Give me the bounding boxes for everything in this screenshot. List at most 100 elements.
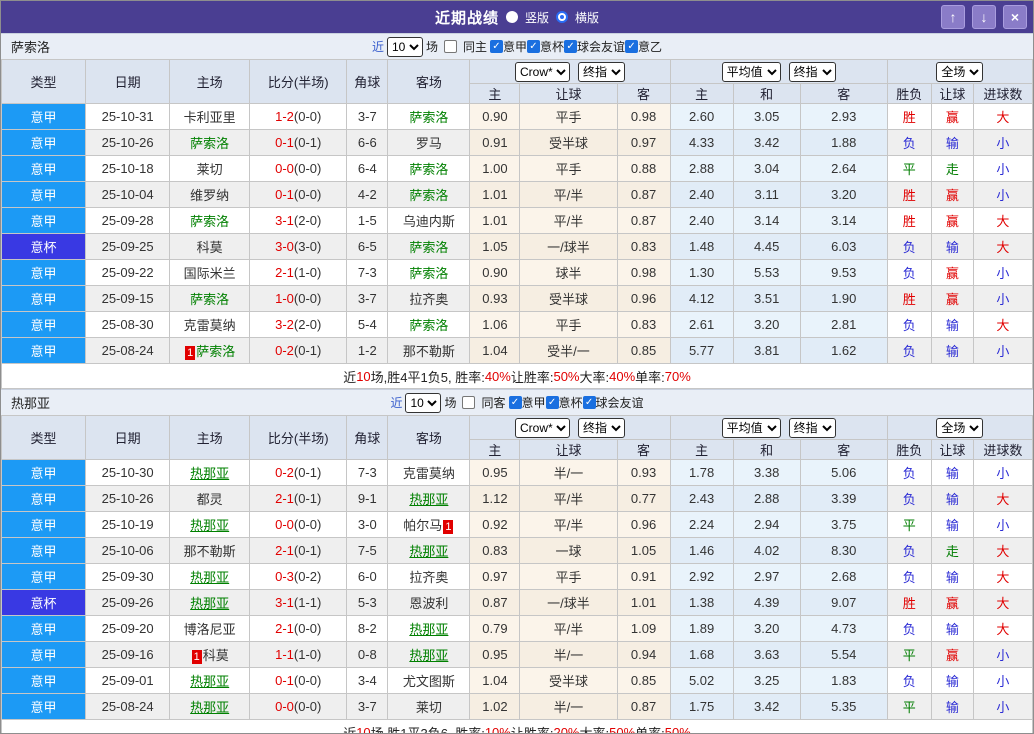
result-cell: 小: [972, 459, 1033, 486]
league-filter-label: 意杯: [540, 40, 565, 54]
match-count-select[interactable]: 10: [405, 392, 442, 413]
match-row: 意甲 25-10-19 热那亚 0-0(0-0) 3-0 帕尔马 1 0.92 平/半 0.96 2…: [1, 511, 1033, 538]
average-source-select[interactable]: 平均值: [721, 61, 781, 82]
league-filter-checkbox[interactable]: ✓: [508, 396, 522, 409]
same-venue-checkbox[interactable]: [462, 396, 476, 409]
close-button[interactable]: ×: [1003, 5, 1027, 29]
team-link[interactable]: 热那亚: [409, 648, 448, 663]
average-group-header: 平均值 终指: [669, 415, 888, 440]
team-link[interactable]: 萨索洛: [409, 266, 448, 281]
odds-final-select[interactable]: 终指: [577, 417, 625, 438]
titlebar: 近期战绩 竖版 横版 ↑ ↓ ×: [1, 1, 1033, 33]
average-odds-cell: 2.81: [799, 311, 888, 338]
team-link[interactable]: 萨索洛: [409, 188, 448, 203]
team-link[interactable]: 热那亚: [409, 622, 448, 637]
away-team-cell: 那不勒斯: [387, 337, 471, 364]
team-link[interactable]: 热那亚: [409, 544, 448, 559]
horizontal-layout-radio[interactable]: [556, 11, 568, 23]
average-odds-cell: 1.83: [799, 667, 888, 694]
league-filter-checkbox[interactable]: ✓: [489, 40, 503, 53]
league-filter-checkbox[interactable]: ✓: [582, 396, 596, 409]
league-filter-checkbox[interactable]: ✓: [625, 40, 639, 53]
team-link[interactable]: 热那亚: [190, 700, 229, 715]
average-odds-cell: 3.42: [732, 129, 801, 156]
result-cell: 输: [930, 615, 974, 642]
team-link[interactable]: 萨索洛: [196, 344, 235, 359]
move-down-button[interactable]: ↓: [972, 5, 996, 29]
team-link[interactable]: 萨索洛: [190, 214, 229, 229]
corner-cell: 8-2: [346, 615, 389, 642]
fulltime-score: 2-1: [275, 621, 294, 636]
result-cell: 大: [972, 103, 1033, 130]
team-link[interactable]: 萨索洛: [190, 136, 229, 151]
away-team-cell: 萨索洛: [387, 233, 471, 260]
col-goals: 进球数: [972, 439, 1033, 460]
team-link[interactable]: 热那亚: [190, 674, 229, 689]
same-venue-checkbox[interactable]: [443, 40, 457, 53]
move-up-button[interactable]: ↑: [941, 5, 965, 29]
home-team-cell: 维罗纳: [169, 181, 251, 208]
average-final-select[interactable]: 终指: [788, 417, 836, 438]
average-odds-cell: 3.42: [732, 693, 801, 720]
result-cell: 大: [972, 537, 1033, 564]
team-link[interactable]: 热那亚: [190, 570, 229, 585]
col-date: 日期: [85, 59, 171, 104]
fulltime-score: 0-1: [275, 135, 294, 150]
match-date-cell: 25-09-26: [85, 589, 171, 616]
fulltime-select[interactable]: 全场: [936, 417, 984, 438]
handicap-odds-cell: 平手: [519, 103, 618, 130]
average-odds-cell: 2.43: [669, 485, 734, 512]
result-cell: 平: [886, 641, 932, 668]
away-team-cell: 拉齐奥: [387, 563, 471, 590]
match-type-cell: 意甲: [1, 459, 87, 486]
average-odds-cell: 6.03: [799, 233, 888, 260]
away-team-cell: 克雷莫纳: [387, 459, 471, 486]
average-odds-cell: 3.14: [732, 207, 801, 234]
col-home: 主场: [169, 59, 251, 104]
result-cell: 赢: [930, 103, 974, 130]
away-team-cell: 萨索洛: [387, 311, 471, 338]
team-link[interactable]: 萨索洛: [190, 292, 229, 307]
team-link[interactable]: 热那亚: [190, 596, 229, 611]
fulltime-select[interactable]: 全场: [936, 61, 984, 82]
average-source-select[interactable]: 平均值: [721, 417, 781, 438]
handicap-odds-cell: 0.94: [616, 641, 671, 668]
corner-cell: 3-7: [346, 693, 389, 720]
match-date-cell: 25-10-26: [85, 485, 171, 512]
match-row: 意甲 25-10-26 萨索洛 0-1(0-1) 6-6 罗马 0.91 受半球 0.97 4.3…: [1, 129, 1033, 156]
away-team-cell: 罗马: [387, 129, 471, 156]
score-cell: 1-0(0-0): [249, 285, 348, 312]
team-link[interactable]: 萨索洛: [409, 110, 448, 125]
near-label: 近: [390, 396, 403, 410]
col-corner: 角球: [346, 415, 389, 460]
average-odds-cell: 3.20: [732, 311, 801, 338]
odds-final-select[interactable]: 终指: [577, 61, 625, 82]
handicap-odds-cell: 0.83: [616, 233, 671, 260]
odds-source-select[interactable]: Crow*: [514, 417, 570, 438]
match-row: 意杯 25-09-26 热那亚 3-1(1-1) 5-3 恩波利 0.87 一/球半 1.01 1…: [1, 589, 1033, 616]
result-cell: 负: [886, 537, 932, 564]
match-count-select[interactable]: 10: [386, 36, 423, 57]
result-cell: 大: [972, 589, 1033, 616]
result-cell: 小: [972, 259, 1033, 286]
vertical-layout-radio[interactable]: [505, 11, 518, 23]
average-final-select[interactable]: 终指: [788, 61, 836, 82]
halftime-score: (0-0): [293, 673, 322, 688]
team-link[interactable]: 热那亚: [409, 492, 448, 507]
handicap-odds-cell: 平手: [519, 311, 618, 338]
team-text: 莱切: [415, 700, 442, 715]
average-odds-cell: 2.88: [669, 155, 734, 182]
team-link[interactable]: 萨索洛: [409, 318, 448, 333]
corner-cell: 1-5: [346, 207, 389, 234]
team-link[interactable]: 热那亚: [190, 466, 229, 481]
team-link[interactable]: 热那亚: [190, 518, 229, 533]
league-filter-checkbox[interactable]: ✓: [527, 40, 540, 53]
odds-source-select[interactable]: Crow*: [514, 61, 570, 82]
league-filter-checkbox[interactable]: ✓: [564, 40, 578, 53]
corner-cell: 6-6: [346, 129, 389, 156]
team-link[interactable]: 萨索洛: [409, 162, 448, 177]
handicap-odds-cell: 0.77: [616, 485, 671, 512]
team-link[interactable]: 萨索洛: [409, 240, 448, 255]
league-filter-checkbox[interactable]: ✓: [545, 396, 559, 409]
result-cell: 大: [972, 207, 1033, 234]
